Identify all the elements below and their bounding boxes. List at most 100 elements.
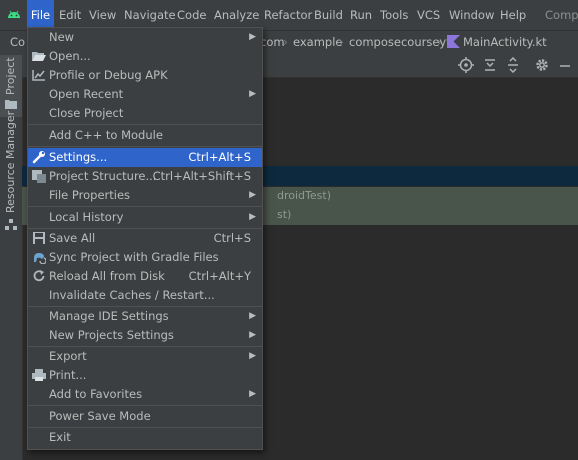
- menu-item-settings[interactable]: Settings... Ctrl+Alt+S: [28, 148, 262, 167]
- menu-edit[interactable]: Edit: [59, 0, 81, 30]
- submenu-arrow-icon: ▶: [249, 212, 256, 222]
- menu-item-label: New Projects Settings: [49, 328, 174, 342]
- menu-item-label: Exit: [49, 430, 71, 444]
- breadcrumb-example[interactable]: example: [293, 31, 343, 53]
- menu-item-label: Close Project: [49, 106, 124, 120]
- menu-analyze[interactable]: Analyze: [214, 0, 259, 30]
- menu-item-label: Power Save Mode: [49, 409, 151, 423]
- menu-item-shortcut: Ctrl+Alt+Shift+S: [152, 169, 251, 183]
- menu-item-label: Invalidate Caches / Restart...: [49, 288, 215, 302]
- android-test-label: droidTest): [277, 189, 331, 202]
- menu-item-label: Project Structure...: [49, 169, 157, 183]
- submenu-arrow-icon: ▶: [249, 311, 256, 321]
- menu-tools[interactable]: Tools: [380, 0, 408, 30]
- menu-item-save-all[interactable]: Save All Ctrl+S: [28, 229, 262, 248]
- android-logo-icon[interactable]: [6, 7, 22, 23]
- profile-apk-icon: [32, 70, 45, 81]
- menu-item-label: Open...: [49, 49, 91, 63]
- menu-build[interactable]: Build: [314, 0, 343, 30]
- window-title: Compo: [545, 8, 578, 22]
- project-tool-tab[interactable]: Project: [0, 55, 22, 117]
- menu-item-shortcut: Ctrl+S: [213, 231, 251, 245]
- menu-refactor[interactable]: Refactor: [264, 0, 312, 30]
- breadcrumb-separator-icon: ›: [437, 35, 442, 49]
- breadcrumb-package[interactable]: composecourseyt: [349, 31, 451, 53]
- collapse-icon[interactable]: [482, 57, 498, 73]
- menu-item-shortcut: Ctrl+Alt+S: [188, 150, 251, 164]
- menu-item-new-projects-settings[interactable]: New Projects Settings ▶: [28, 326, 262, 345]
- project-structure-icon: [32, 170, 46, 183]
- kotlin-file-icon: [447, 35, 460, 48]
- folder-open-icon: [32, 52, 46, 61]
- resource-manager-tab-label: Resource Manager: [4, 110, 17, 213]
- settings-wrench-icon: [32, 151, 45, 164]
- menu-item-power-save-mode[interactable]: Power Save Mode: [28, 407, 262, 426]
- menu-item-reload[interactable]: Reload All from Disk Ctrl+Alt+Y: [28, 267, 262, 286]
- save-icon: [33, 232, 45, 244]
- minimize-icon[interactable]: [557, 57, 573, 73]
- resource-manager-icon: [5, 219, 17, 230]
- submenu-arrow-icon: ▶: [249, 389, 256, 399]
- menu-item-manage-ide-settings[interactable]: Manage IDE Settings ▶: [28, 307, 262, 326]
- menu-item-profile-apk[interactable]: Profile or Debug APK: [28, 66, 262, 85]
- menu-item-add-to-favorites[interactable]: Add to Favorites ▶: [28, 385, 262, 404]
- menu-item-exit[interactable]: Exit: [28, 428, 262, 447]
- menu-item-label: File Properties: [49, 188, 131, 202]
- menu-window[interactable]: Window: [449, 0, 494, 30]
- menu-item-label: Export: [49, 349, 87, 363]
- menu-item-project-structure[interactable]: Project Structure... Ctrl+Alt+Shift+S: [28, 167, 262, 186]
- menu-item-open[interactable]: Open...: [28, 47, 262, 66]
- menu-item-label: Add C++ to Module: [49, 128, 163, 142]
- menu-item-invalidate-caches[interactable]: Invalidate Caches / Restart...: [28, 286, 262, 305]
- menu-item-add-cpp[interactable]: Add C++ to Module: [28, 126, 262, 145]
- menu-item-print[interactable]: Print...: [28, 366, 262, 385]
- menu-code[interactable]: Code: [177, 0, 206, 30]
- menu-run[interactable]: Run: [350, 0, 372, 30]
- menu-item-new[interactable]: New ▶: [28, 28, 262, 47]
- menu-item-label: Settings...: [49, 150, 108, 164]
- breadcrumb-file[interactable]: MainActivity.kt: [463, 31, 547, 53]
- breadcrumb-com[interactable]: com: [260, 31, 285, 53]
- print-icon: [32, 369, 46, 381]
- menu-item-close-project[interactable]: Close Project: [28, 104, 262, 123]
- menu-item-export[interactable]: Export ▶: [28, 347, 262, 366]
- menu-bar: File Edit View Navigate Code Analyze Ref…: [0, 0, 578, 30]
- menu-item-label: Profile or Debug APK: [49, 68, 168, 82]
- breadcrumb-separator-icon: ›: [339, 35, 344, 49]
- submenu-arrow-icon: ▶: [249, 351, 256, 361]
- expand-icon[interactable]: [505, 57, 521, 73]
- submenu-arrow-icon: ▶: [249, 190, 256, 200]
- target-icon[interactable]: [458, 57, 474, 73]
- menu-navigate[interactable]: Navigate: [124, 0, 176, 30]
- menu-item-shortcut: Ctrl+Alt+Y: [188, 269, 251, 283]
- file-menu-dropdown: New ▶ Open... Profile or Debug APK Open …: [27, 27, 263, 450]
- menu-file[interactable]: File: [27, 0, 54, 30]
- menu-item-file-properties[interactable]: File Properties ▶: [28, 186, 262, 205]
- folder-icon: [5, 100, 17, 109]
- breadcrumb-separator-icon: ›: [283, 35, 288, 49]
- resource-manager-tool-tab[interactable]: Resource Manager: [0, 111, 22, 233]
- menu-item-label: Add to Favorites: [49, 387, 143, 401]
- menu-item-label: Manage IDE Settings: [49, 309, 169, 323]
- submenu-arrow-icon: ▶: [249, 330, 256, 340]
- project-tab-label: Project: [4, 57, 17, 95]
- submenu-arrow-icon: ▶: [249, 89, 256, 99]
- menu-item-label: Open Recent: [49, 87, 124, 101]
- menu-separator: [28, 405, 262, 406]
- menu-item-label: Reload All from Disk: [49, 269, 165, 283]
- menu-item-label: Sync Project with Gradle Files: [49, 250, 219, 264]
- submenu-arrow-icon: ▶: [249, 32, 256, 42]
- menu-item-label: New: [49, 30, 75, 44]
- menu-item-local-history[interactable]: Local History ▶: [28, 208, 262, 227]
- menu-item-label: Print...: [49, 368, 87, 382]
- menu-item-open-recent[interactable]: Open Recent ▶: [28, 85, 262, 104]
- gear-icon[interactable]: [534, 57, 550, 73]
- menu-separator: [28, 124, 262, 125]
- menu-item-label: Local History: [49, 210, 124, 224]
- menu-separator: [28, 206, 262, 207]
- menu-item-sync-gradle[interactable]: Sync Project with Gradle Files: [28, 248, 262, 267]
- breadcrumb-project[interactable]: Co: [10, 31, 25, 53]
- menu-vcs[interactable]: VCS: [417, 0, 440, 30]
- menu-help[interactable]: Help: [500, 0, 526, 30]
- menu-view[interactable]: View: [89, 0, 116, 30]
